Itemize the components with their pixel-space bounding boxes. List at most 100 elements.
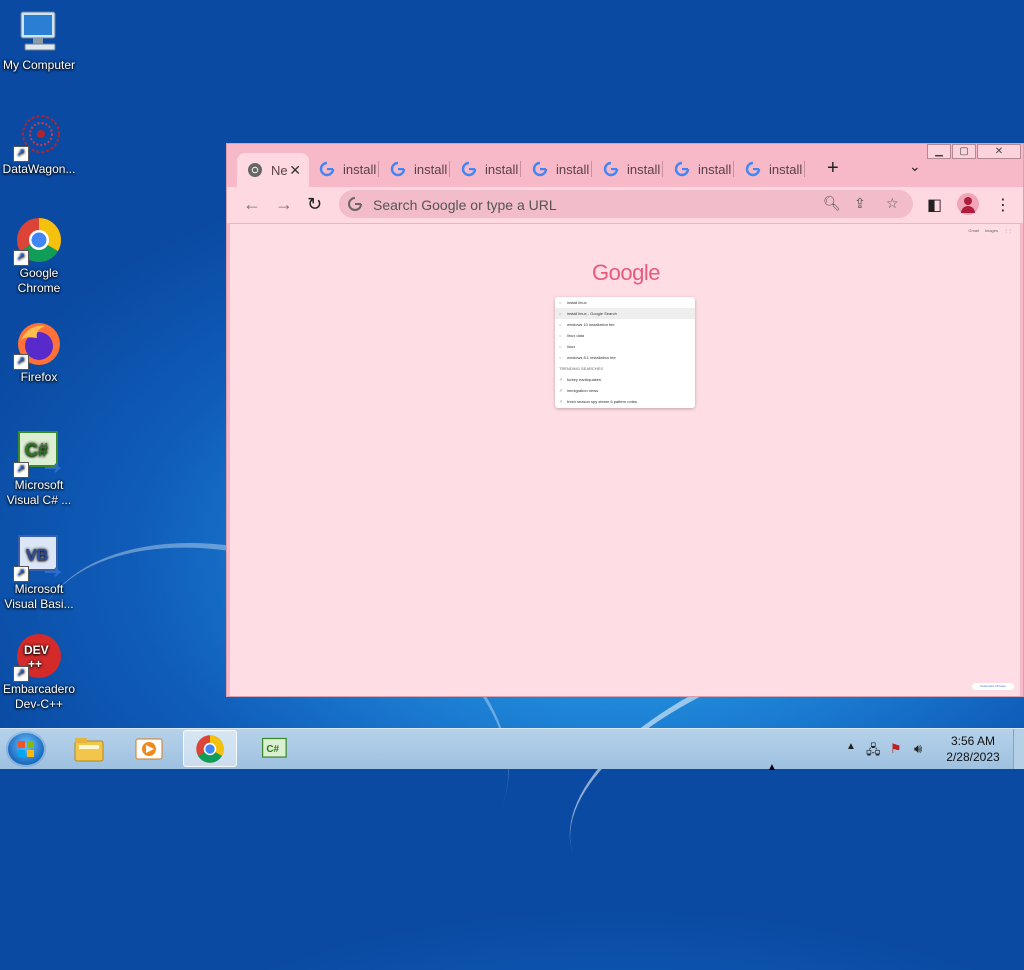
- visual-csharp-icon: C#: [262, 737, 287, 758]
- desktop-icon-visual-basic[interactable]: VB ↗ Microsoft Visual Basi...: [0, 532, 78, 612]
- action-center-flag-icon[interactable]: ⚑: [890, 741, 902, 757]
- new-tab-button[interactable]: +: [827, 157, 839, 180]
- tab-install[interactable]: install: [664, 153, 734, 185]
- images-link[interactable]: Images: [985, 228, 998, 233]
- tab-install[interactable]: install: [522, 153, 592, 185]
- clock[interactable]: 3:56 AM 2/28/2023: [932, 733, 1014, 765]
- explorer-icon: [74, 737, 104, 761]
- show-hidden-icons-chevron-icon[interactable]: ▲: [846, 741, 856, 752]
- taskbar-media-player[interactable]: [122, 730, 176, 767]
- search-suggestions-box: install linux install linux - Google Sea…: [555, 297, 695, 408]
- suggestion-item[interactable]: windows 8.1 installation fee: [555, 352, 695, 363]
- suggestion-item[interactable]: linux: [555, 341, 695, 352]
- desktop-icon-label: My Computer: [2, 58, 76, 72]
- tab-install[interactable]: install: [380, 153, 450, 185]
- trending-header: TRENDING SEARCHES: [559, 366, 604, 371]
- trending-item[interactable]: immigration news: [555, 385, 695, 396]
- start-button[interactable]: [6, 731, 46, 767]
- taskbar-explorer[interactable]: [62, 730, 116, 767]
- forward-button[interactable]: →: [275, 194, 293, 215]
- svg-text:DEV: DEV: [24, 643, 49, 657]
- desktop-icon-firefox[interactable]: ↗ Firefox: [0, 320, 78, 385]
- profile-avatar-icon[interactable]: [957, 193, 979, 215]
- shortcut-arrow-icon: ↗: [13, 462, 29, 478]
- omnibox[interactable]: 🔍︎ ⇪ ☆: [339, 190, 913, 218]
- google-g-icon: [745, 161, 761, 177]
- desktop-icon-devcpp[interactable]: DEV ++ ↗ Embarcadero Dev-C++: [0, 632, 78, 712]
- gmail-link[interactable]: Gmail: [968, 228, 978, 233]
- suggestion-item[interactable]: install linux - Google Search: [555, 308, 695, 319]
- google-g-icon: [390, 161, 406, 177]
- share-icon[interactable]: ⇪: [854, 195, 866, 212]
- tab-separator: [378, 161, 379, 177]
- clock-date: 2/28/2023: [946, 750, 1000, 764]
- top-links: Gmail Images ⋮⋮: [968, 228, 1012, 233]
- tab-install[interactable]: install: [309, 153, 379, 185]
- omnibox-input[interactable]: [371, 194, 805, 216]
- tab-title: install: [769, 161, 803, 177]
- desktop-icon-google-chrome[interactable]: ↗ Google Chrome: [0, 216, 78, 296]
- menu-kebab-icon[interactable]: ⋮: [995, 195, 1011, 215]
- trending-item[interactable]: fresh season spy steam 6 pattern notes: [555, 396, 695, 407]
- chrome-window: ▁ ▢ ✕ Ne ✕ install install install insta…: [226, 143, 1024, 697]
- close-tab-icon[interactable]: ✕: [289, 162, 301, 179]
- desktop-icon-label: DataWagon...: [2, 162, 76, 176]
- network-icon[interactable]: 🖧: [866, 741, 881, 763]
- tab-title: install: [698, 161, 732, 177]
- tab-title: install: [485, 161, 519, 177]
- tab-strip: Ne ✕ install install install install ins…: [237, 153, 1023, 187]
- tab-title: install: [556, 161, 590, 177]
- trending-item[interactable]: turkey earthquakes: [555, 374, 695, 385]
- tab-title: install: [343, 161, 377, 177]
- chrome-icon: [196, 734, 224, 763]
- browser-toolbar: ← → ↻ 🔍︎ ⇪ ☆ ◧ ⋮: [227, 187, 1023, 223]
- tab-search-chevron-icon[interactable]: ⌄: [909, 158, 921, 175]
- google-g-icon: [532, 161, 548, 177]
- apps-grid-icon[interactable]: ⋮⋮: [1004, 228, 1012, 233]
- desktop-icon-label: Microsoft Visual Basi...: [4, 582, 74, 611]
- show-desktop-button[interactable]: [1013, 729, 1024, 769]
- taskbar-visual-csharp[interactable]: C#: [248, 730, 302, 767]
- google-g-icon: [674, 161, 690, 177]
- google-logo: Google: [592, 260, 660, 285]
- computer-icon: [15, 8, 63, 56]
- svg-text:C#: C#: [25, 440, 48, 460]
- firefox-icon: ↗: [13, 320, 63, 370]
- customize-chrome-button[interactable]: Customize Chrome: [972, 683, 1014, 690]
- shortcut-arrow-icon: ↗: [13, 146, 29, 162]
- back-button[interactable]: ←: [243, 194, 261, 215]
- zoom-icon[interactable]: 🔍︎: [823, 195, 841, 212]
- google-g-icon: [461, 161, 477, 177]
- visual-basic-icon: VB ↗: [13, 532, 63, 582]
- media-player-icon: [135, 738, 163, 759]
- side-panel-icon[interactable]: ◧: [927, 195, 942, 215]
- tab-install[interactable]: install: [451, 153, 521, 185]
- bookmark-star-icon[interactable]: ☆: [886, 195, 899, 212]
- tab-title: install: [414, 161, 448, 177]
- search-input[interactable]: install linux: [555, 297, 695, 308]
- volume-icon[interactable]: 🔊︎: [914, 741, 922, 757]
- tab-separator: [662, 161, 663, 177]
- shortcut-arrow-icon: ↗: [13, 666, 29, 682]
- tab-new-tab[interactable]: Ne ✕: [237, 153, 309, 187]
- tab-separator: [520, 161, 521, 177]
- suggestion-item[interactable]: linux data: [555, 330, 695, 341]
- tab-install[interactable]: install: [735, 153, 805, 185]
- desktop-icon-label: Firefox: [20, 370, 58, 384]
- desktop-icon-my-computer[interactable]: My Computer: [0, 8, 78, 73]
- desktop-icon-datawagon[interactable]: ↗ DataWagon...: [0, 112, 78, 177]
- suggestion-item[interactable]: windows 10 installation fee: [555, 319, 695, 330]
- tab-title: install: [627, 161, 661, 177]
- tab-title: Ne: [271, 162, 288, 178]
- shortcut-arrow-icon: ↗: [13, 354, 29, 370]
- svg-text:++: ++: [28, 657, 42, 671]
- tab-install[interactable]: install: [593, 153, 663, 185]
- shortcut-arrow-icon: ↗: [13, 250, 29, 266]
- reload-button[interactable]: ↻: [307, 194, 322, 215]
- svg-text:VB: VB: [26, 547, 48, 564]
- google-g-icon: [319, 161, 335, 177]
- desktop-icon-visual-csharp[interactable]: C# ↗ Microsoft Visual C# ...: [0, 428, 78, 508]
- svg-text:C#: C#: [266, 744, 279, 755]
- taskbar-chrome[interactable]: [183, 730, 237, 767]
- google-g-icon: [348, 197, 362, 211]
